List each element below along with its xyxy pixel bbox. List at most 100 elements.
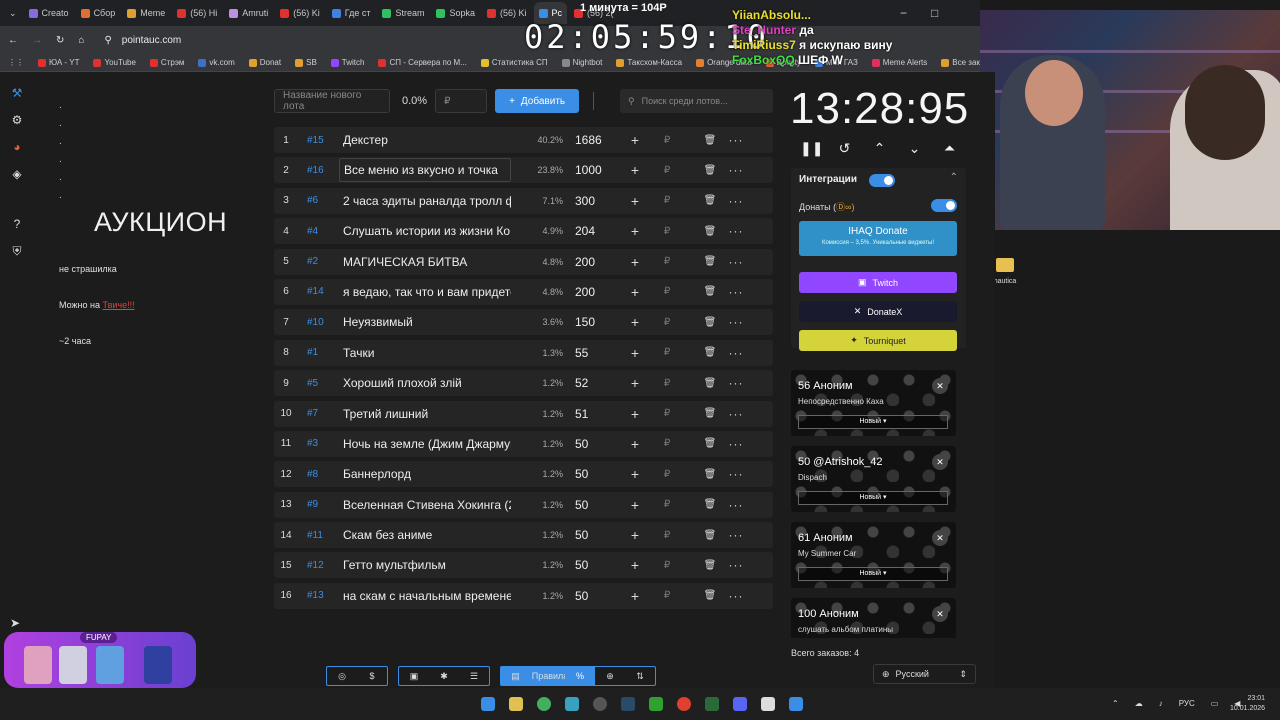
- more-icon[interactable]: ···: [723, 346, 749, 360]
- add-amount-button[interactable]: +: [625, 527, 645, 543]
- obs-icon[interactable]: [593, 697, 607, 711]
- app-icon[interactable]: [761, 697, 775, 711]
- delete-icon[interactable]: 🗑: [697, 499, 723, 510]
- lot-name-field[interactable]: Тачки: [339, 341, 511, 365]
- add-lot-button[interactable]: + Добавить: [495, 89, 580, 113]
- telegram-icon[interactable]: [565, 697, 579, 711]
- status-select[interactable]: Новый ▾: [798, 491, 948, 505]
- percent-button[interactable]: %: [565, 667, 595, 685]
- back-icon[interactable]: ←: [8, 35, 18, 46]
- bookmark[interactable]: Стрэм: [149, 58, 184, 67]
- language-select[interactable]: ⊕ Русский ⇕: [873, 664, 976, 684]
- donation-card[interactable]: 100 Анонимслушать альбом платины✕Новый ▾: [791, 598, 956, 638]
- add-amount-button[interactable]: +: [625, 162, 645, 178]
- more-icon[interactable]: ···: [723, 558, 749, 572]
- ruble-input[interactable]: ₽: [651, 165, 683, 176]
- mic-icon[interactable]: ♪: [1159, 699, 1163, 708]
- add-amount-button[interactable]: +: [625, 132, 645, 148]
- ruble-input[interactable]: ₽: [651, 590, 683, 601]
- reload-icon[interactable]: ↻: [56, 35, 64, 46]
- more-icon[interactable]: ···: [723, 498, 749, 512]
- more-icon[interactable]: ···: [723, 224, 749, 238]
- browser-tab[interactable]: Amruti: [224, 2, 273, 24]
- add-amount-button[interactable]: +: [625, 314, 645, 330]
- bookmark[interactable]: СП - Сервера по М...: [378, 58, 467, 67]
- tab-list-button[interactable]: ⌄: [4, 2, 22, 24]
- discord-icon[interactable]: [733, 697, 747, 711]
- browser-tab[interactable]: Creato: [24, 2, 74, 24]
- double-chevron-up-icon[interactable]: ⏶: [940, 140, 959, 157]
- ruble-input[interactable]: ₽: [651, 378, 683, 389]
- browser-tab[interactable]: Stream: [377, 2, 429, 24]
- more-icon[interactable]: ···: [723, 163, 749, 177]
- close-icon[interactable]: ✕: [932, 606, 948, 622]
- app-icon[interactable]: [789, 697, 803, 711]
- add-amount-button[interactable]: +: [625, 223, 645, 239]
- new-lot-amount-input[interactable]: ₽: [435, 89, 488, 113]
- delete-icon[interactable]: 🗑: [697, 560, 723, 571]
- more-icon[interactable]: ···: [723, 285, 749, 299]
- bug-icon[interactable]: ✱: [429, 667, 459, 685]
- chevron-up-icon[interactable]: ⌃: [870, 140, 889, 157]
- browser-tab[interactable]: Meme: [122, 2, 170, 24]
- ruble-input[interactable]: ₽: [651, 438, 683, 449]
- bookmark[interactable]: ЮА - YT: [38, 58, 79, 67]
- close-icon[interactable]: ✕: [932, 378, 948, 394]
- delete-icon[interactable]: 🗑: [697, 135, 723, 146]
- lot-name-field[interactable]: Слушать истории из жизни Ко: [339, 219, 511, 243]
- add-amount-button[interactable]: +: [625, 436, 645, 452]
- add-amount-button[interactable]: +: [625, 406, 645, 422]
- more-icon[interactable]: ···: [723, 589, 749, 603]
- more-icon[interactable]: ···: [723, 133, 749, 147]
- delete-icon[interactable]: 🗑: [697, 165, 723, 176]
- delete-icon[interactable]: 🗑: [697, 317, 723, 328]
- status-select[interactable]: Новый ▾: [798, 567, 948, 581]
- browser-tab[interactable]: Сбор: [76, 2, 121, 24]
- twitch-button[interactable]: ▣ Twitch: [799, 272, 957, 293]
- more-icon[interactable]: ···: [723, 194, 749, 208]
- ruble-input[interactable]: ₽: [651, 195, 683, 206]
- delete-icon[interactable]: 🗑: [697, 378, 723, 389]
- delete-icon[interactable]: 🗑: [697, 469, 723, 480]
- bookmark[interactable]: Таксхом-Касса: [616, 58, 682, 67]
- more-icon[interactable]: ···: [723, 407, 749, 421]
- bookmark[interactable]: Twitch: [330, 58, 364, 67]
- lot-name-field[interactable]: 2 часа эдиты раналда тролл фэйс: [339, 189, 511, 213]
- ruble-input[interactable]: ₽: [651, 317, 683, 328]
- delete-icon[interactable]: 🗑: [697, 408, 723, 419]
- delete-icon[interactable]: 🗑: [697, 590, 723, 601]
- ruble-input[interactable]: ₽: [651, 256, 683, 267]
- ruble-input[interactable]: ₽: [651, 560, 683, 571]
- add-amount-button[interactable]: +: [625, 254, 645, 270]
- lot-search-input[interactable]: ⚲ Поиск среди лотов...: [620, 89, 773, 113]
- add-amount-button[interactable]: +: [625, 193, 645, 209]
- browser-icon[interactable]: [677, 697, 691, 711]
- integrations-toggle[interactable]: [869, 174, 895, 187]
- add-amount-button[interactable]: +: [625, 557, 645, 573]
- bookmark[interactable]: Все закладки: [941, 58, 980, 67]
- taskbar-clock[interactable]: 23:01 10.01.2026: [1230, 694, 1265, 714]
- bookmark[interactable]: Donat: [248, 58, 281, 67]
- minimize-icon[interactable]: −: [900, 6, 907, 20]
- delete-icon[interactable]: 🗑: [697, 438, 723, 449]
- lot-name-field[interactable]: Вселенная Стивена Хокинга (2014): [339, 493, 511, 517]
- lot-name-field[interactable]: Ночь на земле (Джим Джармуш): [339, 432, 511, 456]
- add-amount-button[interactable]: +: [625, 588, 645, 604]
- lot-name-field[interactable]: Третий лишний: [339, 402, 511, 426]
- lot-name-field[interactable]: Скам без аниме: [339, 523, 511, 547]
- delete-icon[interactable]: 🗑: [697, 195, 723, 206]
- more-icon[interactable]: ···: [723, 528, 749, 542]
- add-amount-button[interactable]: +: [625, 466, 645, 482]
- add-amount-button[interactable]: +: [625, 375, 645, 391]
- donation-card[interactable]: 50 @Atrishok_42 Dispach ✕ Новый ▾: [791, 446, 956, 512]
- more-icon[interactable]: ···: [723, 467, 749, 481]
- chevron-down-icon[interactable]: ⌄: [905, 140, 924, 157]
- settings-icon[interactable]: ⚙: [10, 113, 24, 127]
- donation-card[interactable]: 56 Аноним Непосредственно Каха ✕ Новый ▾: [791, 370, 956, 436]
- browser-tab[interactable]: Где ст: [327, 2, 376, 24]
- browser-tab[interactable]: Sopka: [431, 2, 480, 24]
- add-amount-button[interactable]: +: [625, 497, 645, 513]
- iq-donate-button[interactable]: IHAQ Donate Комиссия – 3,5%. Уникальные …: [799, 221, 957, 256]
- add-amount-button[interactable]: +: [625, 284, 645, 300]
- save-icon[interactable]: ▣: [399, 667, 429, 685]
